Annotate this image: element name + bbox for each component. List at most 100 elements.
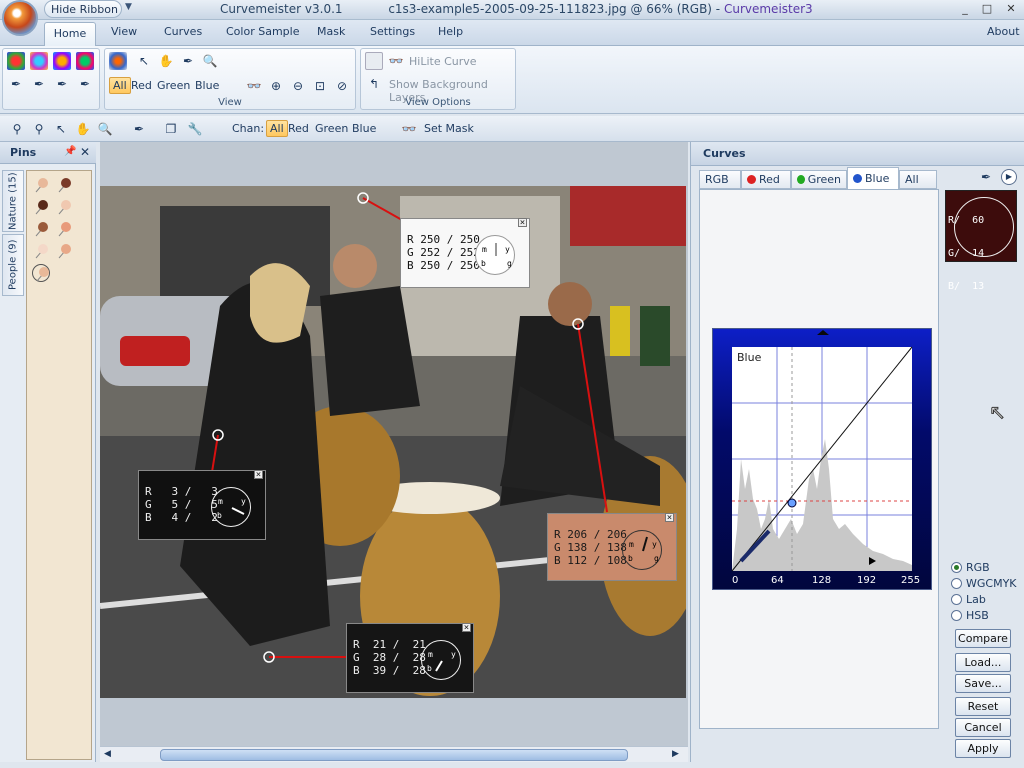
color-probe-readout[interactable]: × R 206 / 206 G 138 / 138 B 112 / 108 my… <box>547 513 677 581</box>
view-chan-all[interactable]: All <box>109 77 131 94</box>
play-icon[interactable]: ▶ <box>1001 169 1017 185</box>
app-logo-orb[interactable] <box>2 0 38 36</box>
mode-lab[interactable]: Lab <box>951 593 986 606</box>
curves-tab-red[interactable]: Red <box>741 170 791 189</box>
curvemeister-icon[interactable] <box>109 52 127 70</box>
cancel-button[interactable]: Cancel <box>955 718 1011 737</box>
curves-tab-rgb[interactable]: RGB <box>699 170 741 189</box>
probe-close-icon[interactable]: × <box>518 218 527 228</box>
set-mask-button[interactable]: Set Mask <box>424 122 474 135</box>
compare-button[interactable]: Compare <box>955 629 1011 648</box>
hilite-checkbox[interactable] <box>365 52 383 70</box>
chan-all-button[interactable]: All <box>266 120 288 137</box>
mask-glasses-icon[interactable]: 👓 <box>400 120 418 138</box>
copy-icon[interactable]: ❐ <box>162 120 180 138</box>
menu-about[interactable]: About <box>987 25 1020 38</box>
curves-tab-green[interactable]: Green <box>791 170 847 189</box>
scroll-left-icon[interactable]: ◀ <box>104 749 111 759</box>
hand-icon[interactable]: ✋ <box>74 120 92 138</box>
mode-hsb[interactable]: HSB <box>951 609 989 622</box>
close-pins-icon[interactable]: ✕ <box>80 145 90 159</box>
scroll-right-icon[interactable]: ▶ <box>672 749 679 759</box>
hilite-curve-label[interactable]: HiLite Curve <box>409 55 477 68</box>
color-probe-readout[interactable]: × R 3 / 3 G 5 / 5 B 4 / 2 myb <box>138 470 266 540</box>
view-chan-blue[interactable]: Blue <box>195 79 219 92</box>
close-button[interactable]: ✕ <box>1002 2 1020 17</box>
pin-swatch-icon[interactable] <box>55 198 73 216</box>
color-probe-readout[interactable]: × R 21 / 21 G 28 / 28 B 39 / 28 myb <box>346 623 474 693</box>
pin-swatch-icon[interactable] <box>32 220 50 238</box>
eyedropper-black-icon[interactable]: ✒ <box>7 75 25 93</box>
eyedropper-white-icon[interactable]: ✒ <box>53 75 71 93</box>
dropper-icon[interactable]: ✒ <box>981 170 991 184</box>
view-chan-green[interactable]: Green <box>157 79 190 92</box>
pin-swatch-icon[interactable] <box>55 220 73 238</box>
chan-blue-button[interactable]: Blue <box>352 122 376 135</box>
magnifier-icon[interactable]: 🔍 <box>96 120 114 138</box>
arrow-icon[interactable]: ↖ <box>52 120 70 138</box>
image-canvas[interactable]: × R 250 / 250 G 252 / 252 B 250 / 250 my… <box>100 142 688 746</box>
zoom-fit-icon[interactable]: ⊡ <box>311 77 329 95</box>
color-probe-readout[interactable]: × R 250 / 250 G 252 / 252 B 250 / 250 my… <box>400 218 530 288</box>
save-button[interactable]: Save... <box>955 674 1011 693</box>
maximize-button[interactable]: □ <box>978 2 996 17</box>
pin-swatch-icon[interactable] <box>32 242 50 260</box>
pin-panel-icon[interactable]: 📌 <box>64 146 76 157</box>
hide-ribbon-button[interactable]: Hide Ribbon <box>44 0 122 18</box>
tab-view[interactable]: View <box>111 25 137 38</box>
tab-home[interactable]: Home <box>44 22 96 46</box>
chan-green-button[interactable]: Green <box>315 122 348 135</box>
view-chan-red[interactable]: Red <box>131 79 152 92</box>
eyedropper-sample-icon[interactable]: ✒ <box>179 52 197 70</box>
mode-wgcmyk[interactable]: WGCMYK <box>951 577 1017 590</box>
eyedropper-plus-icon[interactable]: ✒ <box>76 75 94 93</box>
horizontal-scrollbar[interactable]: ◀ ▶ <box>100 746 688 762</box>
eyedropper-gray-icon[interactable]: ✒ <box>30 75 48 93</box>
arrow-select-icon[interactable]: ↖ <box>135 52 153 70</box>
apply-button[interactable]: Apply <box>955 739 1011 758</box>
glasses-icon[interactable]: 👓 <box>245 77 263 95</box>
zoom-icon[interactable]: 🔍 <box>201 52 219 70</box>
pin-swatch-icon[interactable] <box>55 242 73 260</box>
probe-close-icon[interactable]: × <box>665 513 674 523</box>
scroll-thumb[interactable] <box>160 749 628 761</box>
color-wheel-icon[interactable] <box>7 52 25 70</box>
tab-people[interactable]: People (9) <box>2 234 24 296</box>
probe-close-icon[interactable]: × <box>254 470 263 480</box>
chan-red-button[interactable]: Red <box>288 122 309 135</box>
reset-button[interactable]: Reset <box>955 697 1011 716</box>
curve-graph[interactable]: Blue 0 64 128 192 255 <box>712 328 932 590</box>
blue-dot-icon <box>853 174 862 183</box>
tab-settings[interactable]: Settings <box>370 25 415 38</box>
color-swatch-icon[interactable] <box>30 52 48 70</box>
pin-swatch-icon[interactable] <box>32 198 50 216</box>
background-layers-icon[interactable]: ↰ <box>365 75 383 93</box>
dropper-icon[interactable]: ✒ <box>130 120 148 138</box>
color-balance-icon[interactable] <box>76 52 94 70</box>
wrench-icon[interactable]: 🔧 <box>186 120 204 138</box>
mode-rgb[interactable]: RGB <box>951 561 990 574</box>
tab-help[interactable]: Help <box>438 25 463 38</box>
pin-swatch-icon[interactable] <box>55 176 73 194</box>
curves-tab-blue[interactable]: Blue <box>847 167 899 189</box>
zoom-in-icon[interactable]: ⊕ <box>267 77 285 95</box>
tab-mask[interactable]: Mask <box>317 25 345 38</box>
minimize-button[interactable]: _ <box>956 2 974 17</box>
pin-tool-icon[interactable]: ⚲ <box>8 120 26 138</box>
svg-text:b: b <box>217 511 222 520</box>
pin-swatch-selected-icon[interactable] <box>32 264 50 282</box>
color-mix-icon[interactable] <box>53 52 71 70</box>
curves-tab-blue-label: Blue <box>865 172 890 185</box>
pin-swatch-icon[interactable] <box>32 176 50 194</box>
probe-close-icon[interactable]: × <box>462 623 471 633</box>
tab-nature[interactable]: Nature (15) <box>2 170 24 232</box>
curves-tab-all[interactable]: All <box>899 170 937 189</box>
zoom-actual-icon[interactable]: ⊘ <box>333 77 351 95</box>
pin-add-icon[interactable]: ⚲ <box>30 120 48 138</box>
quick-access-dropdown-icon[interactable]: ▼ <box>125 2 132 12</box>
load-button[interactable]: Load... <box>955 653 1011 672</box>
zoom-out-icon[interactable]: ⊖ <box>289 77 307 95</box>
hand-pan-icon[interactable]: ✋ <box>157 52 175 70</box>
tab-color-sample[interactable]: Color Sample <box>226 25 299 38</box>
tab-curves[interactable]: Curves <box>164 25 202 38</box>
